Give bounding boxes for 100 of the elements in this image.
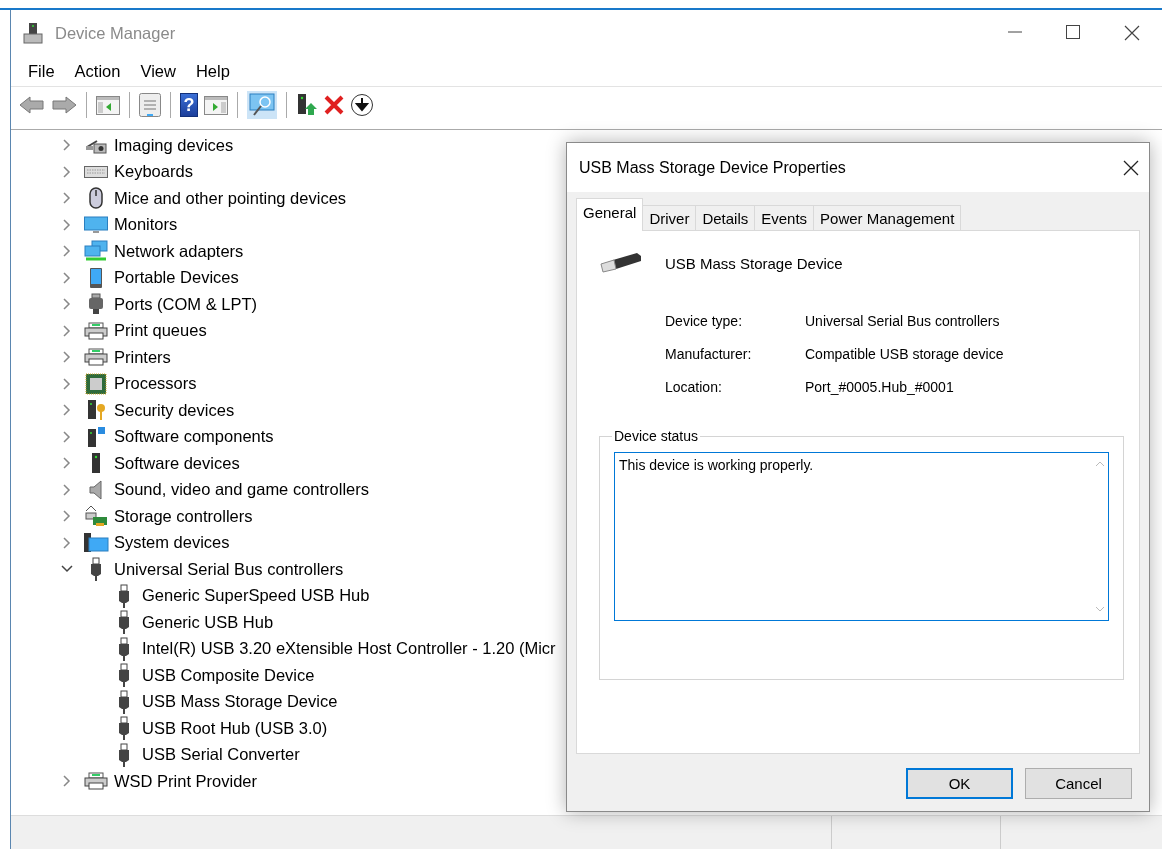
expand-chevron-icon[interactable] bbox=[63, 324, 71, 337]
tree-item[interactable]: Portable Devices bbox=[113, 268, 240, 288]
action-pane-icon[interactable] bbox=[204, 94, 228, 116]
scroll-down-icon[interactable] bbox=[1094, 606, 1105, 612]
help-button[interactable]: ? bbox=[180, 93, 198, 117]
tab[interactable]: General bbox=[576, 198, 644, 231]
scan-monitor-icon[interactable] bbox=[247, 91, 277, 119]
expand-chevron-icon[interactable] bbox=[63, 218, 71, 231]
expand-chevron-icon[interactable] bbox=[63, 536, 71, 549]
storage-icon bbox=[84, 505, 108, 528]
property-value: Port_#0005.Hub_#0001 bbox=[805, 378, 954, 395]
tablet-icon bbox=[88, 266, 104, 289]
property-label: Device type: bbox=[665, 312, 744, 329]
printer-icon bbox=[84, 348, 108, 367]
tree-item[interactable]: Ports (COM & LPT) bbox=[113, 294, 258, 314]
cancel-button[interactable]: Cancel bbox=[1025, 768, 1132, 799]
menu-item[interactable]: File bbox=[25, 58, 64, 84]
property-label: Location: bbox=[665, 378, 723, 395]
usb-plug-icon bbox=[118, 610, 130, 635]
expand-chevron-icon[interactable] bbox=[63, 775, 71, 788]
menu-item[interactable]: Action bbox=[71, 58, 130, 84]
scroll-up-icon[interactable] bbox=[1094, 461, 1105, 467]
usb-plug-icon bbox=[90, 557, 102, 582]
expand-chevron-icon[interactable] bbox=[63, 351, 71, 364]
expand-chevron-icon[interactable] bbox=[63, 377, 71, 390]
chip-icon bbox=[85, 372, 107, 395]
close-icon[interactable] bbox=[1124, 25, 1140, 41]
maximize-icon[interactable] bbox=[1066, 25, 1080, 39]
expand-chevron-icon[interactable] bbox=[63, 245, 71, 258]
expand-chevron-icon[interactable] bbox=[63, 457, 71, 470]
usb-plug-icon bbox=[118, 583, 130, 608]
tree-item[interactable]: Printers bbox=[113, 347, 172, 367]
tab[interactable]: Power Management bbox=[813, 205, 962, 231]
tree-item[interactable]: Keyboards bbox=[113, 162, 194, 182]
expand-chevron-icon[interactable] bbox=[63, 510, 71, 523]
collapse-chevron-icon[interactable] bbox=[61, 565, 73, 574]
console-tree-icon[interactable] bbox=[96, 94, 120, 116]
tree-item[interactable]: Intel(R) USB 3.20 eXtensible Host Controller - 1.20 (Micr bbox=[141, 639, 557, 659]
usb-plug-icon bbox=[118, 742, 130, 767]
dialog-title: USB Mass Storage Device Properties bbox=[579, 158, 846, 177]
expand-chevron-icon[interactable] bbox=[63, 165, 71, 178]
tree-item[interactable]: Imaging devices bbox=[113, 135, 235, 155]
expand-chevron-icon[interactable] bbox=[63, 483, 71, 496]
back-arrow-icon[interactable] bbox=[19, 95, 45, 115]
usb-plug-icon bbox=[118, 636, 130, 661]
usb-plug-icon bbox=[118, 663, 130, 688]
port-icon bbox=[87, 293, 105, 316]
usb-plug-icon bbox=[118, 716, 130, 741]
property-value: Compatible USB storage device bbox=[805, 345, 1004, 362]
tower-icon bbox=[23, 22, 43, 44]
system-icon bbox=[83, 531, 109, 554]
expand-chevron-icon[interactable] bbox=[63, 139, 71, 152]
close-icon[interactable] bbox=[1123, 159, 1139, 176]
expand-chevron-icon[interactable] bbox=[63, 404, 71, 417]
tree-item[interactable]: Monitors bbox=[113, 215, 179, 235]
speaker-icon bbox=[88, 478, 104, 501]
menu-item[interactable]: View bbox=[137, 58, 185, 84]
tree-item[interactable]: USB Serial Converter bbox=[141, 745, 301, 765]
properties-icon[interactable] bbox=[139, 93, 161, 117]
status-text-box[interactable]: This device is working properly. bbox=[614, 452, 1109, 621]
property-value: Universal Serial Bus controllers bbox=[805, 312, 1000, 329]
property-label: Manufacturer: bbox=[665, 345, 753, 362]
tree-item[interactable]: Mice and other pointing devices bbox=[113, 188, 348, 208]
expand-chevron-icon[interactable] bbox=[63, 430, 71, 443]
tree-item[interactable]: Software components bbox=[113, 427, 275, 447]
monitor-icon bbox=[84, 214, 108, 235]
group-label: Device status bbox=[613, 428, 700, 444]
expand-chevron-icon[interactable] bbox=[63, 192, 71, 205]
expand-chevron-icon[interactable] bbox=[63, 298, 71, 311]
device-name: USB Mass Storage Device bbox=[665, 254, 843, 272]
tree-item[interactable]: Generic SuperSpeed USB Hub bbox=[141, 586, 371, 606]
tree-item[interactable]: Print queues bbox=[113, 321, 208, 341]
expand-chevron-icon[interactable] bbox=[63, 271, 71, 284]
keyboard-icon bbox=[84, 165, 108, 178]
usb-plug-icon bbox=[118, 689, 130, 714]
tree-item[interactable]: USB Root Hub (USB 3.0) bbox=[141, 718, 329, 738]
tower-with-puzzle-icon bbox=[85, 425, 107, 448]
window-title: Device Manager bbox=[55, 23, 177, 43]
uninstall-x-icon[interactable] bbox=[324, 95, 344, 115]
tower-with-key-icon bbox=[85, 399, 107, 422]
menu-item[interactable]: Help bbox=[192, 58, 239, 84]
tree-item[interactable]: USB Composite Device bbox=[141, 665, 316, 685]
tree-item[interactable]: Generic USB Hub bbox=[141, 612, 275, 632]
ok-button[interactable]: OK bbox=[906, 768, 1013, 799]
tree-item[interactable]: Processors bbox=[113, 374, 198, 394]
tree-item[interactable]: Software devices bbox=[113, 453, 241, 473]
tree-item[interactable]: Network adapters bbox=[113, 241, 245, 261]
forward-arrow-icon[interactable] bbox=[51, 95, 77, 115]
tree-item[interactable]: Security devices bbox=[113, 400, 236, 420]
printer-icon bbox=[84, 321, 108, 340]
mouse-icon bbox=[88, 187, 104, 210]
tree-item[interactable]: Universal Serial Bus controllers bbox=[113, 559, 345, 579]
tree-item[interactable]: Storage controllers bbox=[113, 506, 254, 526]
tree-item[interactable]: System devices bbox=[113, 533, 231, 553]
network-icon bbox=[84, 240, 108, 263]
tree-item[interactable]: USB Mass Storage Device bbox=[141, 692, 339, 712]
printer-icon bbox=[84, 772, 108, 791]
update-driver-icon[interactable] bbox=[296, 93, 318, 117]
tree-item[interactable]: WSD Print Provider bbox=[113, 771, 259, 791]
tree-item[interactable]: Sound, video and game controllers bbox=[113, 480, 370, 500]
